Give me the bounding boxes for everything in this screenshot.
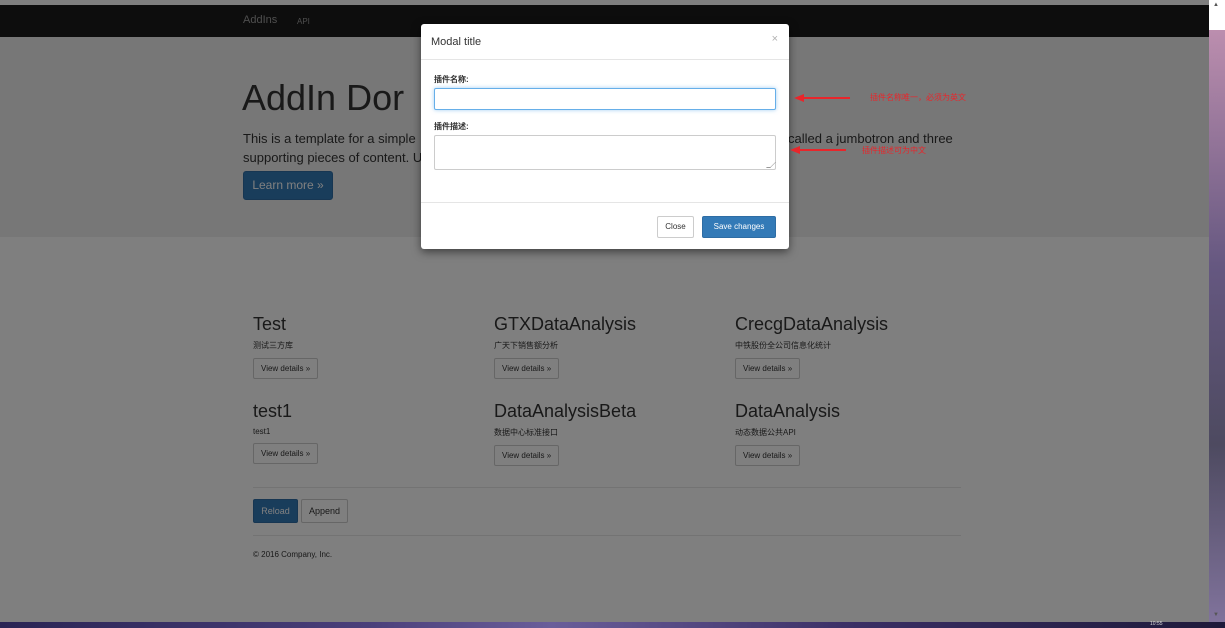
modal-title: Modal title: [431, 36, 482, 48]
taskbar-clock: 10:55: [1150, 621, 1163, 627]
modal-dialog: Modal title × 插件名称: 插件描述: Close Save cha…: [421, 24, 789, 249]
plugin-description-textarea[interactable]: [434, 135, 777, 170]
close-icon[interactable]: ×: [772, 33, 778, 45]
scroll-down-icon[interactable]: ▼: [1213, 612, 1219, 618]
annotation-arrow-line: [802, 97, 850, 99]
vertical-scrollbar[interactable]: ▲ ▼: [1209, 0, 1225, 622]
modal-header: Modal title ×: [421, 24, 789, 60]
save-changes-button[interactable]: Save changes: [702, 216, 776, 238]
annotation-arrow-line: [798, 149, 846, 151]
annotation-name-note: 插件名称唯一，必须为英文: [870, 93, 966, 102]
plugin-name-input[interactable]: [434, 88, 776, 110]
browser-page: AddIns API AddIn Dor This is a template …: [0, 0, 1209, 622]
taskbar: [0, 622, 1225, 628]
plugin-description-label: 插件描述:: [434, 122, 469, 131]
plugin-name-label: 插件名称:: [434, 75, 469, 84]
resize-grip-icon[interactable]: [765, 162, 777, 168]
scroll-up-icon[interactable]: ▲: [1213, 2, 1219, 8]
modal-footer: Close Save changes: [421, 202, 789, 249]
annotation-desc-note: 插件描述可为中文: [862, 146, 926, 155]
close-button[interactable]: Close: [657, 216, 694, 238]
